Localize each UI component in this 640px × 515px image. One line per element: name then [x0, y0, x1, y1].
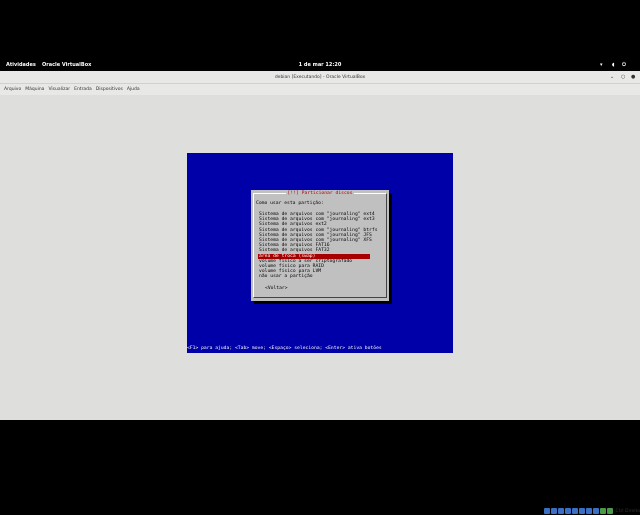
- menu-bar: Arquivo Máquina Visualizar Entrada Dispositi…: [0, 84, 640, 95]
- host-key-label: Ctrl Direito: [615, 508, 640, 514]
- option-list: Sistema de arquivos com "journaling" ext…: [258, 212, 378, 280]
- vm-status-tray: Ctrl Direito: [543, 507, 640, 515]
- menu-arquivo[interactable]: Arquivo: [4, 87, 21, 92]
- vm-display-area: [!!] Particionar discos Como usar esta p…: [0, 95, 640, 514]
- menu-dispositivos[interactable]: Dispositivos: [96, 87, 123, 92]
- close-icon[interactable]: ●: [631, 74, 635, 80]
- help-status-line: <F1> para ajuda; <Tab> move; <Espaço> se…: [187, 346, 382, 351]
- back-button[interactable]: <Voltar>: [265, 286, 288, 291]
- usb-icon[interactable]: [571, 508, 578, 514]
- hdd-icon[interactable]: [543, 508, 550, 514]
- menu-visualizar[interactable]: Visualizar: [48, 87, 70, 92]
- window-title: debian [Executando] - Oracle VirtualBox: [274, 75, 366, 80]
- audio-icon[interactable]: [557, 508, 564, 514]
- menu-máquina[interactable]: Máquina: [25, 87, 44, 92]
- clock[interactable]: 1 de mar 12:20: [0, 62, 640, 68]
- dialog-question: Como usar esta partição:: [256, 201, 324, 206]
- display-icon[interactable]: [585, 508, 592, 514]
- shared-folder-icon[interactable]: [578, 508, 585, 514]
- menu-entrada[interactable]: Entrada: [74, 87, 92, 92]
- dialog-title: [!!] Particionar discos: [285, 191, 355, 196]
- minimize-icon[interactable]: ⌄: [610, 74, 614, 80]
- window-titlebar: debian [Executando] - Oracle VirtualBox …: [0, 71, 640, 84]
- mouse-icon[interactable]: [606, 508, 613, 514]
- volume-icon[interactable]: ◖: [612, 62, 615, 68]
- gnome-top-bar: Atividades Oracle VirtualBox 1 de mar 12…: [0, 58, 640, 71]
- partition-option[interactable]: não usar a partição: [258, 274, 370, 279]
- cpu-icon[interactable]: [599, 508, 606, 514]
- optical-icon[interactable]: [550, 508, 557, 514]
- network-icon[interactable]: ▾: [600, 62, 603, 68]
- partition-dialog: [!!] Particionar discos Como usar esta p…: [251, 190, 389, 301]
- menu-ajuda[interactable]: Ajuda: [127, 87, 140, 92]
- power-icon[interactable]: ⏻: [622, 62, 626, 68]
- vm-screen[interactable]: [!!] Particionar discos Como usar esta p…: [187, 153, 453, 353]
- network-icon[interactable]: [564, 508, 571, 514]
- maximize-icon[interactable]: ○: [621, 74, 625, 80]
- recording-icon[interactable]: [592, 508, 599, 514]
